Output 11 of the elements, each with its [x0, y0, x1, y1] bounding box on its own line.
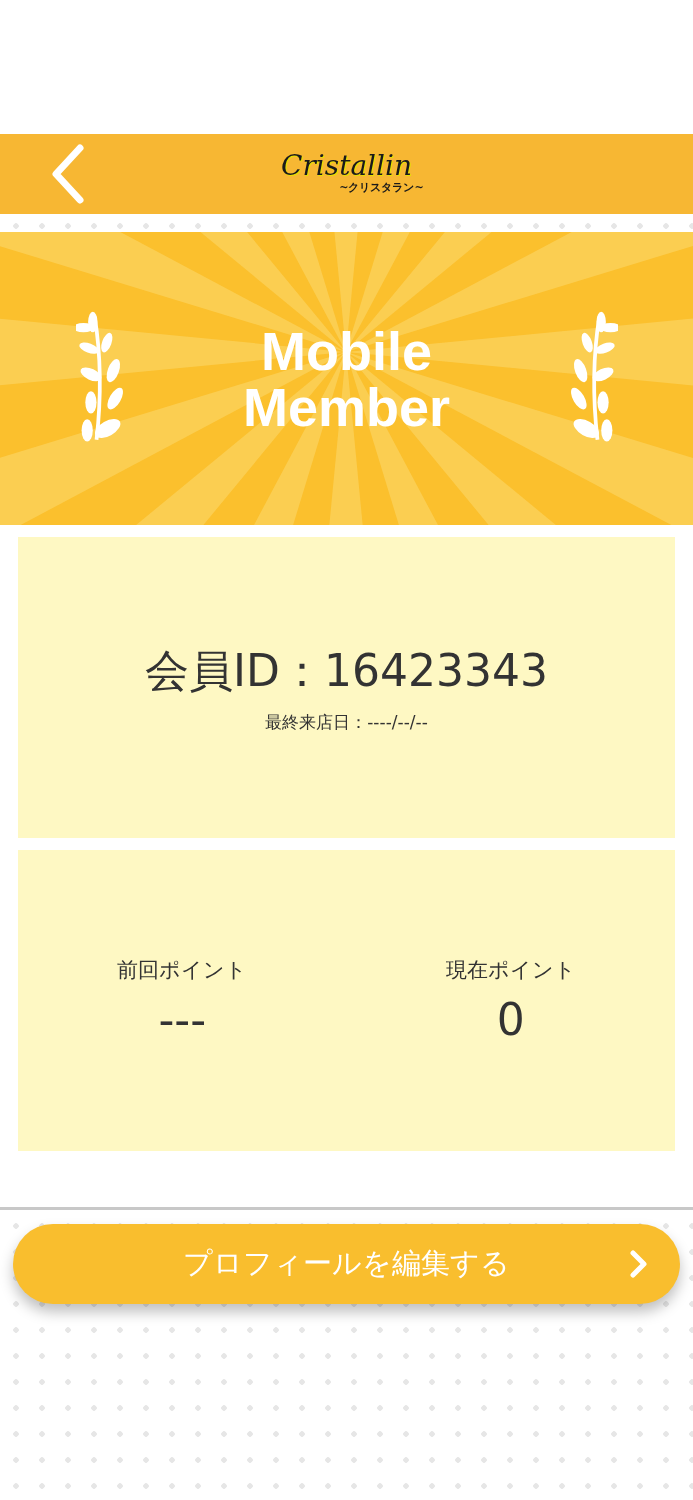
logo-subtitle: ~クリスタラン~: [339, 180, 424, 195]
logo-text: Cristallin: [281, 152, 412, 180]
points-value: ---: [158, 994, 207, 1045]
points-label: 前回ポイント: [117, 957, 248, 984]
last-visit-date: 最終来店日：----/--/--: [265, 710, 428, 734]
points-label: 現在ポイント: [445, 957, 576, 984]
points-value: 0: [496, 994, 525, 1045]
member-id: 会員ID：16423343: [145, 643, 548, 698]
banner-title: Mobile Member: [241, 322, 452, 435]
edit-profile-button[interactable]: プロフィールを編集する: [13, 1224, 680, 1304]
chevron-right-icon: [628, 1249, 650, 1279]
